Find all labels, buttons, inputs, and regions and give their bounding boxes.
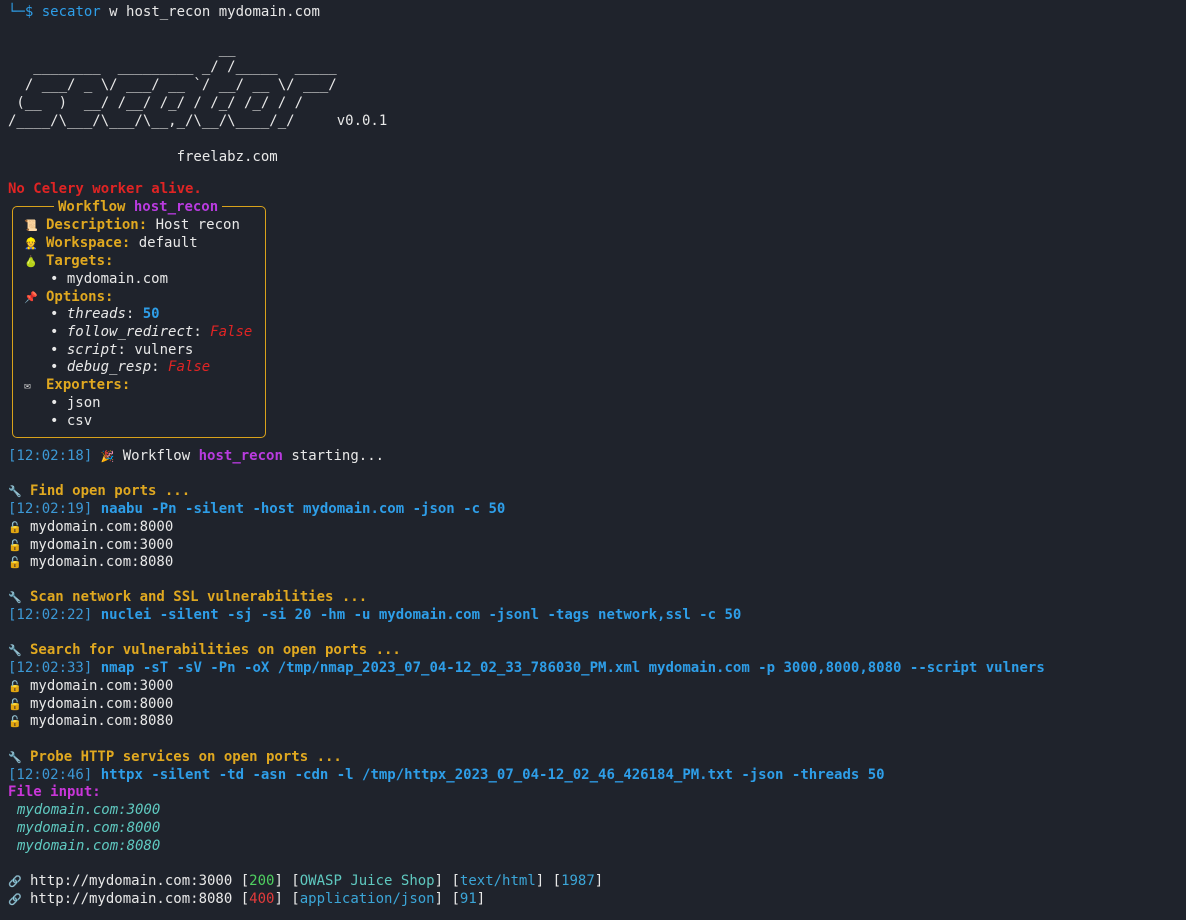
wrench-icon: 🔧 bbox=[8, 591, 22, 604]
http-result[interactable]: 🔗 http://mydomain.com:3000 [200] [OWASP J… bbox=[8, 872, 603, 890]
content-type: text/html bbox=[459, 873, 536, 889]
pushpin-icon: 📌 bbox=[24, 291, 38, 304]
task-title: 🔧 Scan network and SSL vulnerabilities ..… bbox=[8, 589, 368, 605]
secator-ascii-banner: __ ________ _________ _/ /_____ _____ / … bbox=[8, 41, 388, 165]
description-row: 📜 Description: Host recon bbox=[24, 217, 240, 233]
prompt-symbol: $ bbox=[24, 4, 34, 20]
port-result: 🔓 mydomain.com:8080 bbox=[8, 713, 174, 729]
celery-warning: No Celery worker alive. bbox=[8, 181, 202, 197]
shell-prompt[interactable]: └─$ secator w host_recon mydomain.com bbox=[8, 3, 320, 21]
http-url[interactable]: http://mydomain.com:8080 bbox=[30, 891, 232, 907]
task-title: 🔧 Search for vulnerabilities on open port… bbox=[8, 642, 401, 658]
workflow-start-line: [12:02:18] 🎉 Workflow host_recon starting… bbox=[8, 448, 385, 464]
wrench-icon: 🔧 bbox=[8, 751, 22, 764]
envelope-icon: ✉ bbox=[24, 379, 31, 392]
content-length: 91 bbox=[459, 891, 477, 907]
pear-icon: 🍐 bbox=[24, 255, 38, 268]
port-result: 🔓 mydomain.com:3000 bbox=[8, 678, 174, 694]
workspace-row: 👷 Workspace: default bbox=[24, 235, 198, 251]
file-input-label: File input: bbox=[8, 784, 101, 800]
wrench-icon: 🔧 bbox=[8, 485, 22, 498]
task-command: [12:02:22] nuclei -silent -sj -si 20 -hm… bbox=[8, 607, 742, 623]
content-length: 1987 bbox=[561, 873, 595, 889]
target-item: • mydomain.com bbox=[50, 271, 169, 287]
scroll-icon: 📜 bbox=[24, 219, 38, 232]
file-input-item: mydomain.com:8080 bbox=[17, 838, 161, 854]
file-input-item: mydomain.com:8000 bbox=[17, 820, 161, 836]
unlock-icon: 🔓 bbox=[8, 556, 22, 569]
http-result[interactable]: 🔗 http://mydomain.com:8080 [400] [applica… bbox=[8, 890, 485, 908]
options-row: 📌 Options: bbox=[24, 289, 114, 305]
port-result: 🔓 mydomain.com:8080 bbox=[8, 554, 174, 570]
status-code: 200 bbox=[249, 873, 275, 889]
command-args: w host_recon mydomain.com bbox=[100, 4, 320, 20]
exporter-csv: • csv bbox=[50, 413, 93, 429]
page-title: OWASP Juice Shop bbox=[299, 873, 435, 889]
port-result: 🔓 mydomain.com:8000 bbox=[8, 519, 174, 535]
unlock-icon: 🔓 bbox=[8, 521, 22, 534]
exporter-json: • json bbox=[50, 395, 101, 411]
option-threads: • threads: 50 bbox=[50, 306, 160, 322]
exporters-row: ✉ Exporters: bbox=[24, 377, 131, 393]
option-script: • script: vulners bbox=[50, 342, 194, 358]
http-url[interactable]: http://mydomain.com:3000 bbox=[30, 873, 232, 889]
task-command: [12:02:33] nmap -sT -sV -Pn -oX /tmp/nma… bbox=[8, 660, 1045, 676]
option-debug-resp: • debug_resp: False bbox=[50, 359, 211, 375]
task-title: 🔧 Probe HTTP services on open ports ... bbox=[8, 749, 342, 765]
content-type: application/json bbox=[299, 891, 435, 907]
unlock-icon: 🔓 bbox=[8, 715, 22, 728]
task-command: [12:02:19] naabu -Pn -silent -host mydom… bbox=[8, 501, 506, 517]
port-result: 🔓 mydomain.com:8000 bbox=[8, 696, 174, 712]
terminal-window: └─$ secator w host_recon mydomain.com __… bbox=[0, 0, 1186, 920]
task-title: 🔧 Find open ports ... bbox=[8, 483, 191, 499]
link-icon: 🔗 bbox=[8, 875, 22, 888]
wrench-icon: 🔧 bbox=[8, 644, 22, 657]
port-result: 🔓 mydomain.com:3000 bbox=[8, 537, 174, 553]
prompt-corner: └─ bbox=[8, 4, 25, 20]
link-icon: 🔗 bbox=[8, 893, 22, 906]
targets-row: 🍐 Targets: bbox=[24, 253, 114, 269]
party-icon: 🎉 bbox=[100, 450, 115, 463]
unlock-icon: 🔓 bbox=[8, 680, 22, 693]
status-code: 400 bbox=[249, 891, 275, 907]
person-icon: 👷 bbox=[24, 237, 38, 250]
workflow-panel-title: Workflow host_recon bbox=[54, 198, 223, 216]
file-input-item: mydomain.com:3000 bbox=[17, 802, 161, 818]
command-name: secator bbox=[41, 4, 101, 20]
option-follow-redirect: • follow_redirect: False bbox=[50, 324, 253, 340]
task-command: [12:02:46] httpx -silent -td -asn -cdn -… bbox=[8, 767, 885, 783]
